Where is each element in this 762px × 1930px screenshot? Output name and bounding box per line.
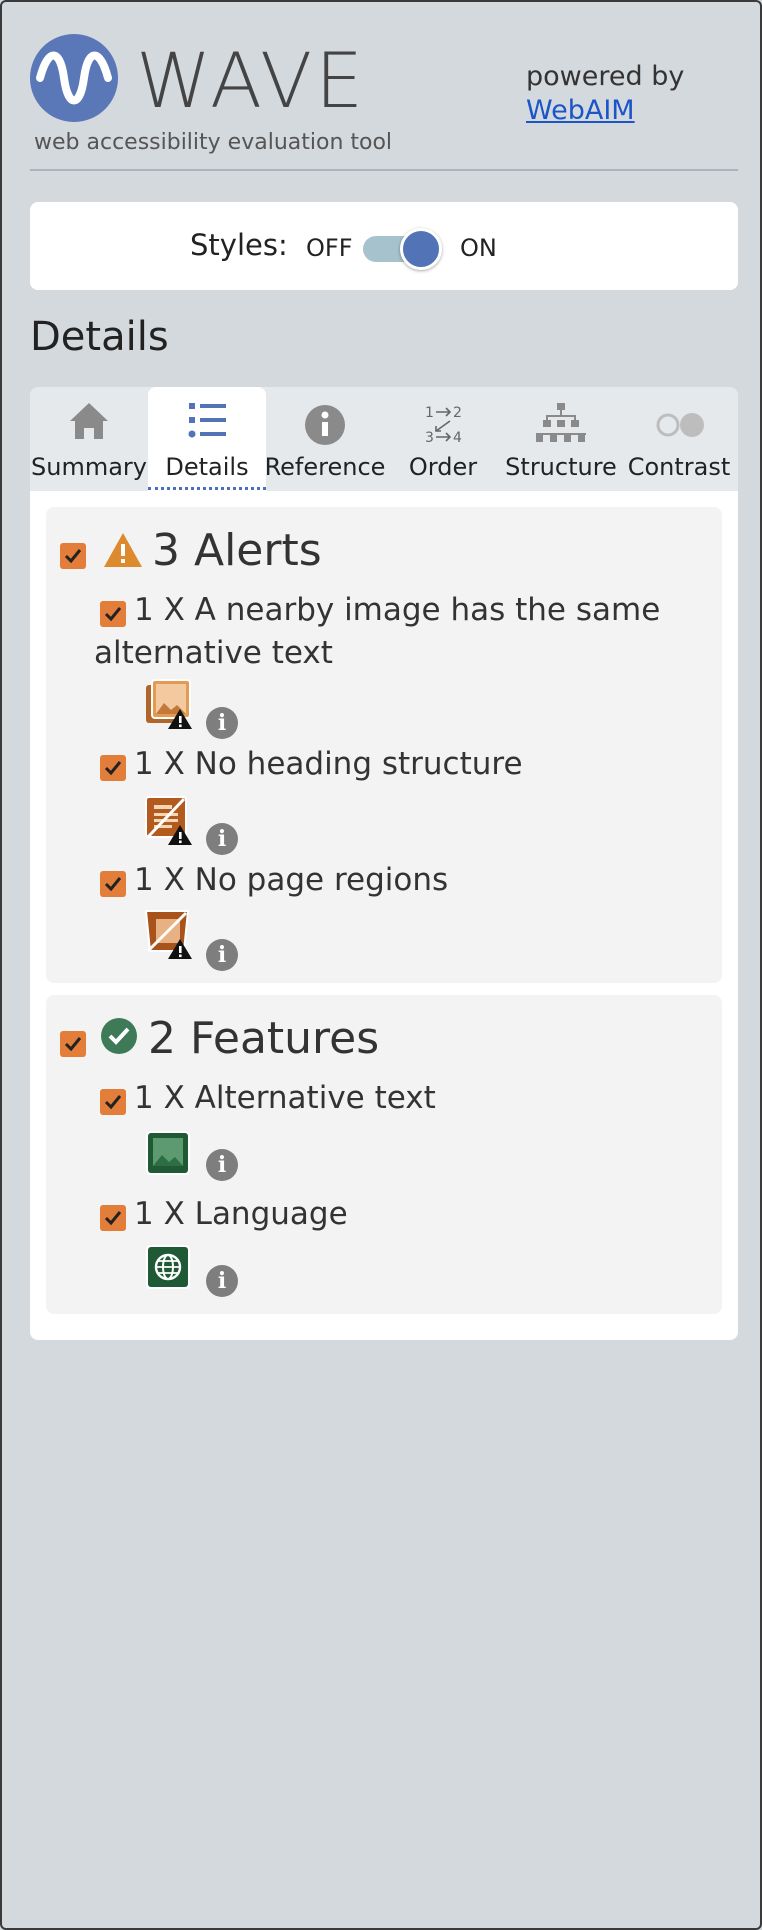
list-icon — [188, 403, 226, 438]
no-heading-alert-icon[interactable] — [144, 795, 194, 845]
home-icon — [70, 403, 108, 439]
styles-on-label: ON — [460, 234, 497, 262]
tab-label: Reference — [264, 453, 386, 481]
header: WAVE web accessibility evaluation tool p… — [30, 30, 738, 170]
tab-label: Details — [165, 453, 249, 481]
tab-structure[interactable]: Structure — [502, 387, 620, 491]
header-divider — [30, 169, 738, 171]
tab-bar: Summary Details Reference 1 2 3 4 Order … — [30, 387, 738, 491]
feature-item-text: 1 X Alternative text — [134, 1080, 436, 1116]
info-icon — [305, 405, 345, 445]
alert-item-checkbox[interactable] — [100, 871, 126, 897]
svg-text:4: 4 — [453, 430, 462, 446]
alert-info-icon[interactable]: i — [206, 939, 238, 971]
language-feature-icon[interactable] — [144, 1243, 194, 1293]
tab-label: Order — [408, 453, 478, 481]
styles-label: Styles: — [190, 228, 288, 262]
contrast-icon — [656, 413, 704, 437]
wave-logo-icon — [30, 34, 118, 122]
styles-off-label: OFF — [306, 234, 353, 262]
feature-info-icon[interactable]: i — [206, 1149, 238, 1181]
order-icon: 1 2 3 4 — [425, 405, 462, 446]
powered-by-label: powered by — [526, 61, 685, 92]
tab-order[interactable]: 1 2 3 4 Order — [384, 387, 502, 491]
redundant-alt-alert-icon[interactable] — [144, 679, 194, 729]
svg-text:1: 1 — [425, 405, 434, 421]
alert-item-text: 1 X No page regions — [134, 862, 449, 898]
alert-item-text: 1 X No heading structure — [134, 746, 523, 782]
tab-label: Contrast — [627, 453, 731, 481]
alerts-group: 3 Alerts 1 X A nearby image has the same… — [46, 507, 722, 983]
structure-icon — [536, 403, 586, 442]
alert-info-icon[interactable]: i — [206, 823, 238, 855]
wave-sidebar: WAVE web accessibility evaluation tool p… — [0, 0, 762, 1930]
section-title: Details — [30, 314, 169, 360]
alert-item-text: 1 X A nearby image has the same — [134, 592, 661, 628]
svg-text:3: 3 — [425, 430, 434, 446]
powered-by: powered by WebAIM — [526, 60, 684, 128]
styles-toggle-panel: Styles: OFF ON — [30, 202, 738, 290]
tab-details[interactable]: Details — [148, 387, 266, 491]
styles-toggle-knob[interactable] — [400, 228, 442, 270]
feature-check-icon — [101, 1018, 137, 1054]
tab-contrast[interactable]: Contrast — [620, 387, 738, 491]
features-group: 2 Features 1 X Alternative text i 1 X La… — [46, 995, 722, 1314]
alert-item-checkbox[interactable] — [100, 755, 126, 781]
tab-summary[interactable]: Summary — [30, 387, 148, 491]
svg-text:2: 2 — [453, 405, 462, 421]
webaim-link[interactable]: WebAIM — [526, 94, 684, 128]
alerts-checkbox[interactable] — [60, 543, 86, 569]
details-panel: 3 Alerts 1 X A nearby image has the same… — [30, 491, 738, 1340]
feature-info-icon[interactable]: i — [206, 1265, 238, 1297]
alert-warning-icon — [104, 533, 142, 567]
alt-text-feature-icon[interactable] — [144, 1129, 194, 1179]
tab-label: Structure — [505, 453, 617, 481]
features-checkbox[interactable] — [60, 1031, 86, 1057]
wave-logo-text: WAVE — [136, 36, 367, 125]
features-title: 2 Features — [148, 1013, 380, 1064]
tab-reference[interactable]: Reference — [265, 387, 385, 491]
alerts-title: 3 Alerts — [152, 525, 322, 576]
tab-label: Summary — [31, 453, 147, 481]
active-tab-indicator — [148, 487, 266, 490]
alert-info-icon[interactable]: i — [206, 707, 238, 739]
feature-item-checkbox[interactable] — [100, 1205, 126, 1231]
alert-item-text-continued: alternative text — [94, 635, 333, 671]
no-regions-alert-icon[interactable] — [144, 909, 194, 959]
feature-item-checkbox[interactable] — [100, 1089, 126, 1115]
alert-item-checkbox[interactable] — [100, 601, 126, 627]
tagline: web accessibility evaluation tool — [34, 130, 393, 155]
feature-item-text: 1 X Language — [134, 1196, 348, 1232]
